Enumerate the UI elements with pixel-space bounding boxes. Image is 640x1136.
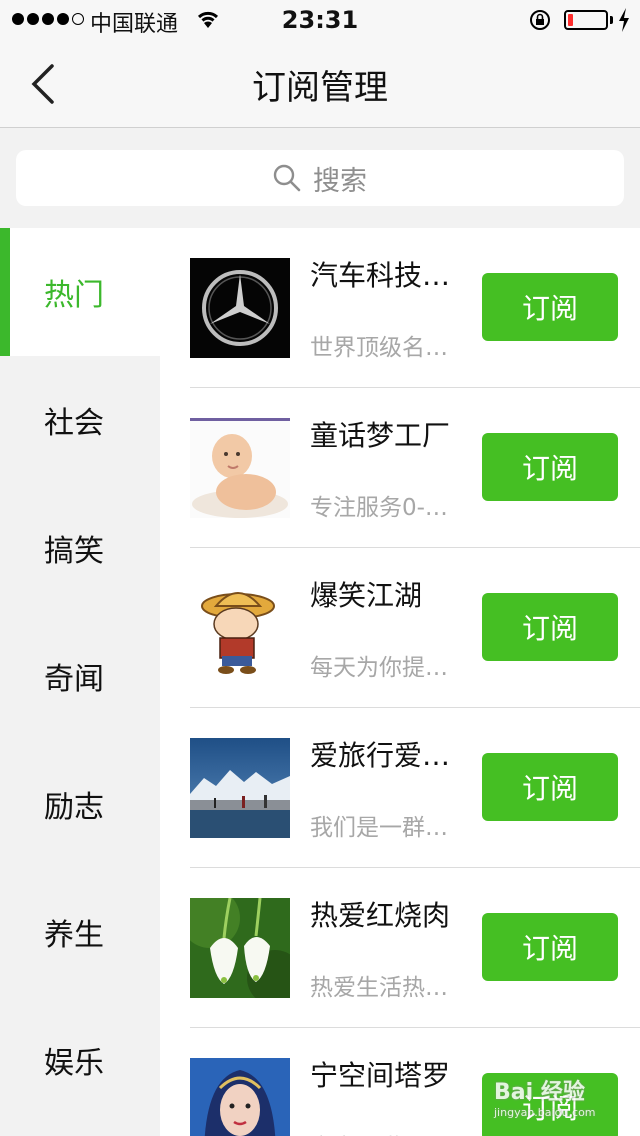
subscribe-button[interactable]: 订阅: [482, 593, 618, 661]
watermark-main-text: Bai 经验: [494, 1080, 585, 1105]
item-name: 爆笑江湖: [310, 579, 423, 612]
category-item-wellness[interactable]: 养生: [0, 868, 160, 996]
category-sidebar: 热门 社会 搞笑 奇闻 励志 养生 娱乐: [0, 228, 160, 1136]
category-label: 励志: [44, 790, 104, 825]
status-bar: 中国联通 23:31: [0, 0, 640, 40]
battery-tip: [610, 16, 613, 24]
subscribe-button[interactable]: 订阅: [482, 753, 618, 821]
category-label: 养生: [44, 918, 104, 953]
list-item[interactable]: 童话梦工厂 专注服务0-… 订阅: [160, 388, 640, 548]
category-label: 热门: [44, 278, 104, 313]
item-description: 专注服务0-…: [310, 495, 448, 521]
baby-photo-icon: [190, 418, 290, 518]
item-description: 我们是一群…: [310, 815, 448, 841]
item-description: 宁空间塔罗…: [310, 1128, 468, 1136]
category-item-funny[interactable]: 搞笑: [0, 484, 160, 612]
charging-bolt-icon: [619, 8, 629, 32]
item-name: 热爱红烧肉: [310, 899, 451, 932]
rotation-lock-icon: [530, 10, 550, 30]
cartoon-boy-icon: [190, 578, 290, 678]
item-description: 每天为你提…: [310, 655, 448, 681]
item-name: 汽车科技…: [310, 259, 451, 292]
subscribe-button[interactable]: 订阅: [482, 433, 618, 501]
search-placeholder: 搜索: [313, 165, 367, 197]
subscribe-button[interactable]: 订阅: [482, 273, 618, 341]
item-name: 爱旅行爱…: [310, 739, 451, 772]
baidu-jingyan-watermark: Bai 经验 jingyan.baidu.com: [488, 1068, 612, 1128]
category-label: 娱乐: [44, 1046, 104, 1081]
mercedes-logo-icon: [190, 258, 290, 358]
category-label: 社会: [44, 406, 104, 441]
category-label: 搞笑: [44, 534, 104, 569]
item-description: 世界顶级名…: [310, 335, 448, 361]
battery-icon: [564, 10, 608, 30]
list-item[interactable]: 热爱红烧肉 热爱生活热… 订阅: [160, 868, 640, 1028]
mountain-lake-photo-icon: [190, 738, 290, 838]
page-title: 订阅管理: [252, 68, 388, 108]
list-item[interactable]: 爆笑江湖 每天为你提… 订阅: [160, 548, 640, 708]
navigation-bar: 订阅管理: [0, 40, 640, 128]
item-description: 热爱生活热…: [310, 975, 448, 1001]
category-item-entertainment[interactable]: 娱乐: [0, 996, 160, 1124]
watermark-sub-text: jingyan.baidu.com: [494, 1106, 596, 1119]
subscribe-button[interactable]: 订阅: [482, 913, 618, 981]
search-icon: [273, 164, 301, 192]
category-item-oddities[interactable]: 奇闻: [0, 612, 160, 740]
search-input[interactable]: 搜索: [16, 150, 624, 206]
battery-level-fill: [568, 14, 573, 26]
woman-portrait-icon: [190, 1058, 290, 1136]
item-name: 宁空间塔罗: [310, 1059, 451, 1092]
subscription-list: 汽车科技… 世界顶级名… 订阅 童话梦工厂 专注服务0-… 订阅 爆笑江湖 每天…: [160, 228, 640, 1136]
category-item-hot[interactable]: 热门: [0, 228, 160, 356]
category-item-inspiration[interactable]: 励志: [0, 740, 160, 868]
item-name: 童话梦工厂: [310, 419, 451, 452]
list-item[interactable]: 汽车科技… 世界顶级名… 订阅: [160, 228, 640, 388]
category-item-society[interactable]: 社会: [0, 356, 160, 484]
white-flower-photo-icon: [190, 898, 290, 998]
category-label: 奇闻: [44, 662, 104, 697]
list-item[interactable]: 爱旅行爱… 我们是一群… 订阅: [160, 708, 640, 868]
